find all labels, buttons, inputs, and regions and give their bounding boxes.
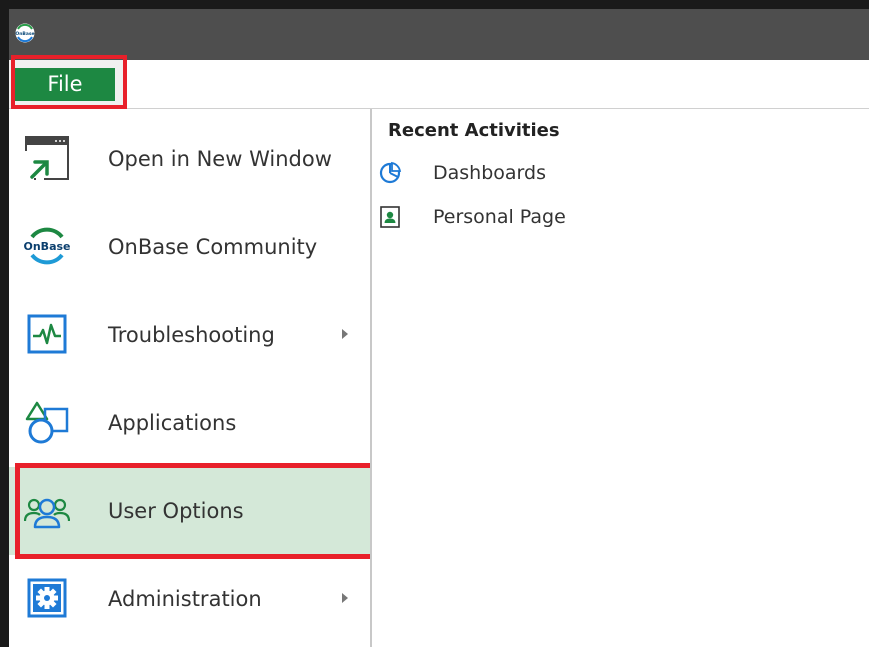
recent-activities-panel: Recent Activities Dashboards Personal Pa…: [372, 109, 869, 647]
menu-item-label: OnBase Community: [108, 235, 318, 259]
menu-item-label: Troubleshooting: [108, 323, 275, 347]
gear-icon: [27, 578, 67, 618]
selection-highlight-box: [15, 463, 382, 559]
menu-item-label: Open in New Window: [108, 147, 332, 171]
onbase-logo-icon: OnBase: [15, 23, 35, 43]
submenu-arrow-icon: [342, 593, 348, 603]
submenu-arrow-icon: [342, 329, 348, 339]
recent-item-personal-page[interactable]: Personal Page: [378, 201, 858, 233]
recent-item-dashboards[interactable]: Dashboards: [378, 157, 858, 189]
menu-item-label: Applications: [108, 411, 237, 435]
file-highlight-box: [11, 55, 127, 109]
menu-item-troubleshooting[interactable]: Troubleshooting: [9, 291, 370, 379]
application-window: OnBase File Open in New Window OnBase On…: [0, 0, 869, 647]
window-frame-left: [0, 0, 9, 647]
pulse-monitor-icon: [27, 314, 67, 354]
file-menu-panel: Open in New Window OnBase OnBase Communi…: [9, 109, 382, 647]
menu-bar: File: [9, 55, 869, 109]
svg-text:OnBase: OnBase: [24, 240, 70, 253]
menu-item-administration[interactable]: Administration: [9, 555, 370, 643]
title-bar: OnBase: [9, 9, 869, 60]
svg-text:OnBase: OnBase: [15, 31, 34, 37]
recent-activities-title: Recent Activities: [388, 120, 560, 141]
onbase-community-icon: OnBase: [24, 227, 70, 265]
recent-item-label: Dashboards: [433, 162, 546, 184]
window-frame-top: [0, 0, 869, 9]
file-tab-area: File: [9, 55, 127, 109]
menu-item-open-new-window[interactable]: Open in New Window: [9, 115, 370, 203]
pie-chart-icon: [379, 161, 402, 184]
recent-item-label: Personal Page: [433, 206, 566, 228]
open-new-window-icon: [24, 136, 69, 181]
menu-item-onbase-community[interactable]: OnBase OnBase Community: [9, 203, 370, 291]
person-page-icon: [380, 206, 400, 228]
menu-item-applications[interactable]: Applications: [9, 379, 370, 467]
menu-item-label: Administration: [108, 587, 262, 611]
shapes-icon: [25, 401, 69, 444]
